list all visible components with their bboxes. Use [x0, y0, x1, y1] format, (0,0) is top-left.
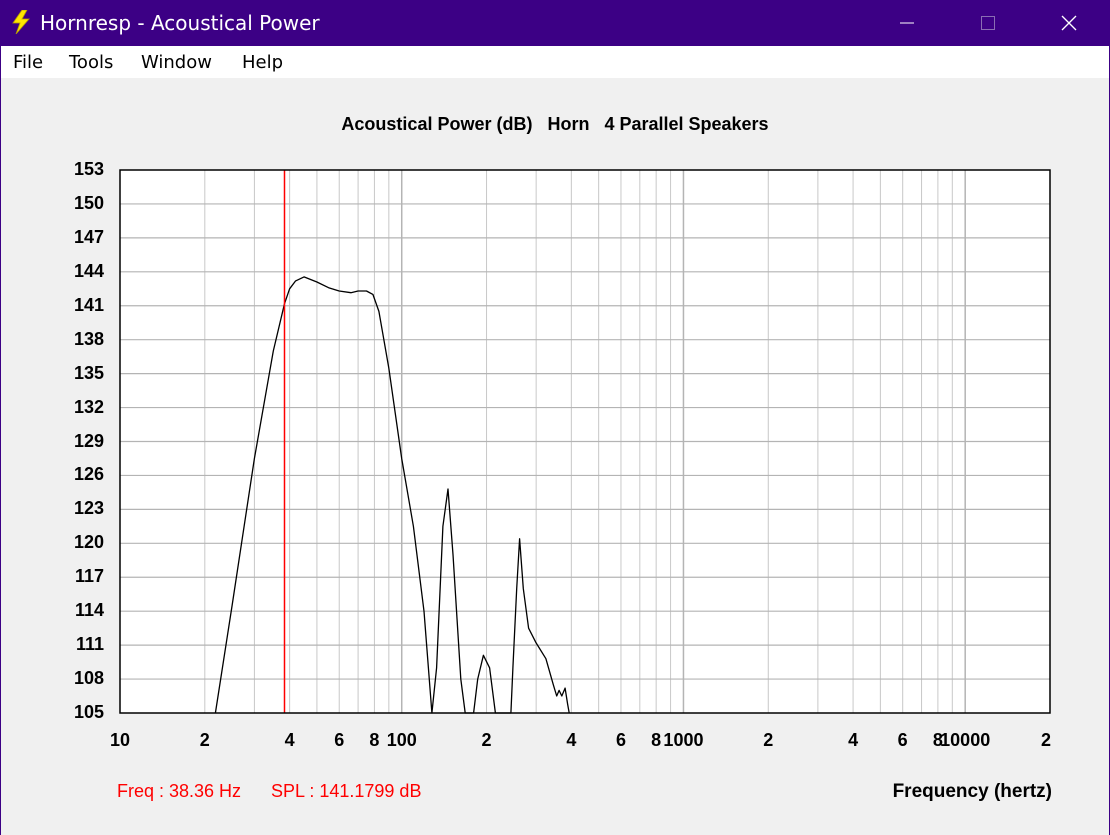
x-tick-label: 4 [284, 730, 295, 750]
spl-readout: SPL : 141.1799 dB [271, 781, 422, 801]
y-tick-label: 117 [74, 566, 104, 587]
y-tick-label: 108 [73, 668, 104, 689]
y-tick-label: 105 [73, 702, 104, 722]
x-tick-label: 6 [334, 730, 345, 750]
x-tick-label: 6 [615, 730, 626, 750]
y-tick-label: 150 [73, 192, 104, 213]
y-tick-label: 126 [73, 464, 104, 485]
y-tick-label: 123 [73, 498, 104, 519]
y-tick-label: 153 [73, 159, 104, 179]
x-tick-label: 8 [651, 730, 662, 750]
x-tick-label: 1000 [663, 730, 704, 750]
x-tick-label: 2 [199, 730, 210, 750]
x-tick-label: 4 [566, 730, 577, 750]
y-tick-label: 120 [73, 532, 104, 553]
y-tick-label: 141 [73, 294, 104, 315]
x-tick-label: 4 [848, 730, 859, 750]
y-tick-label: 129 [73, 430, 104, 451]
plot-canvas[interactable] [0, 0, 1110, 835]
x-tick-label: 2 [481, 730, 492, 750]
y-tick-label: 111 [75, 634, 104, 655]
x-axis-label: Frequency (hertz) [892, 781, 1052, 802]
y-tick-label: 138 [73, 328, 104, 349]
x-tick-label: 10000 [940, 730, 991, 750]
x-tick-label: 100 [386, 730, 417, 750]
x-tick-label: 10 [109, 730, 131, 750]
y-tick-label: 144 [73, 260, 104, 281]
y-tick-label: 114 [74, 600, 104, 621]
x-tick-label: 6 [897, 730, 908, 750]
y-tick-label: 135 [73, 362, 104, 383]
y-tick-label: 147 [73, 226, 104, 247]
x-tick-label: 8 [369, 730, 380, 750]
y-tick-label: 132 [73, 396, 104, 417]
x-tick-label: 2 [1040, 730, 1052, 750]
frequency-readout: Freq : 38.36 Hz [117, 781, 242, 801]
x-tick-label: 2 [763, 730, 774, 750]
